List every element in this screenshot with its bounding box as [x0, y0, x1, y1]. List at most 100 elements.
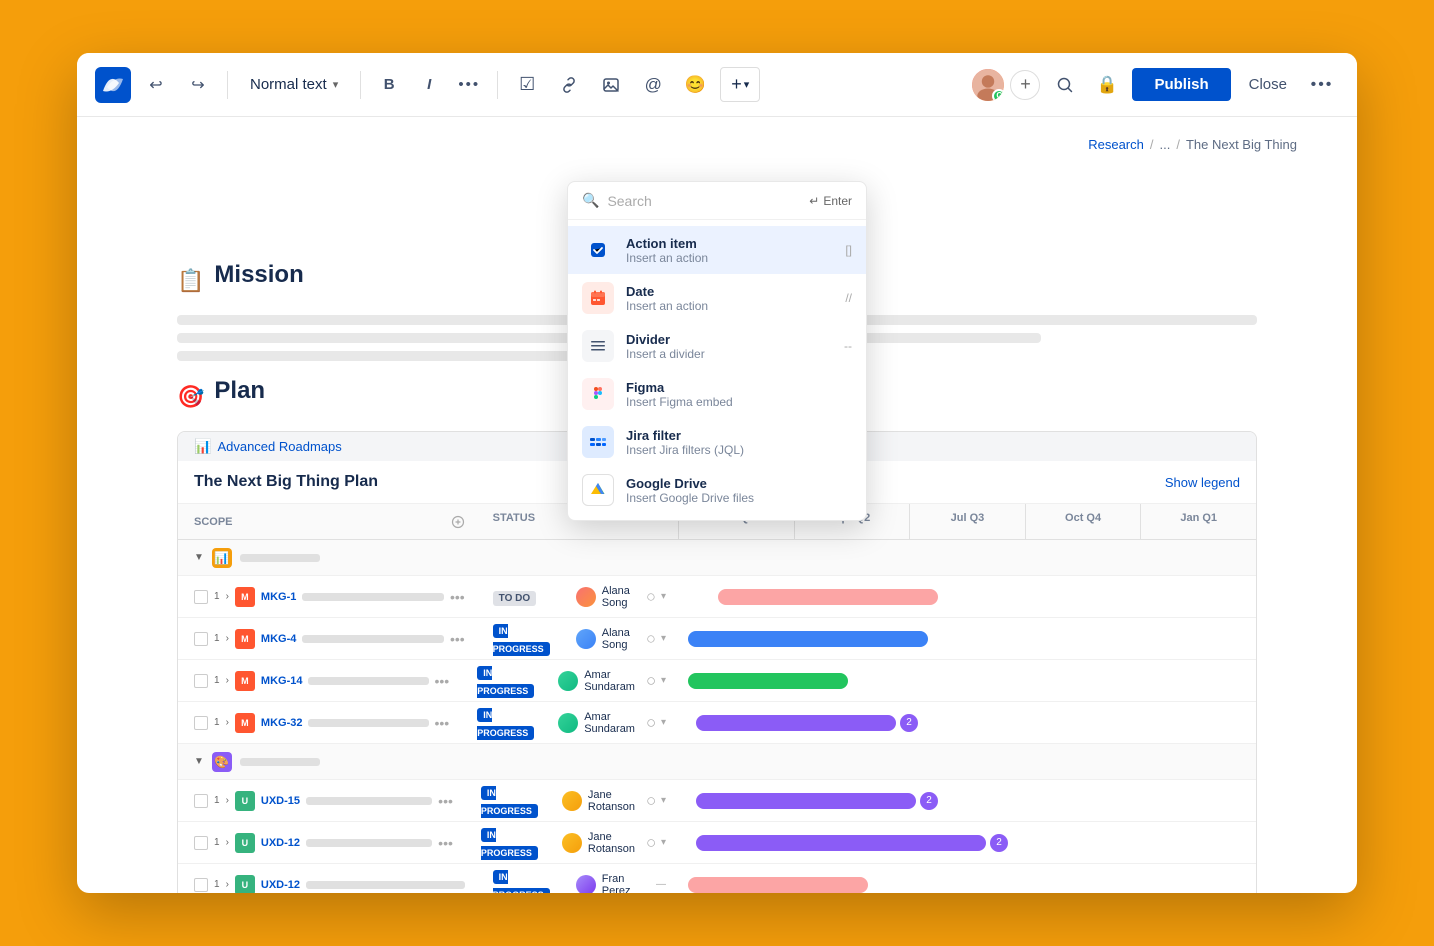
italic-button[interactable]: I	[413, 69, 445, 101]
emoji-button[interactable]: 😊	[678, 68, 712, 102]
row-checkbox[interactable]	[194, 590, 208, 604]
divider-icon	[582, 330, 614, 362]
row-more-button[interactable]: •••	[450, 589, 465, 605]
assignee-name: Alana Song	[602, 627, 639, 651]
row-more-button[interactable]: •••	[435, 715, 450, 731]
roadmap-table: SCOPE Status Assignee	[178, 504, 1256, 893]
row-more-button[interactable]: •••	[450, 631, 465, 647]
text-style-chevron: ▾	[333, 78, 339, 91]
action-item-shortcut: []	[845, 243, 852, 257]
menu-item-jira[interactable]: Jira filter Insert Jira filters (JQL)	[568, 418, 866, 466]
undo-button[interactable]: ↩	[139, 68, 173, 102]
breadcrumb-ellipsis[interactable]: ...	[1159, 137, 1170, 152]
table-right: Jan Q1 Apr Q2 Jul Q3 Oct Q4 Jan Q1	[678, 504, 1256, 893]
gantt-bar	[688, 673, 848, 689]
more-format-button[interactable]: •••	[453, 69, 485, 101]
row-checkbox[interactable]	[194, 674, 208, 688]
mission-label: Mission	[214, 261, 303, 289]
row-title	[302, 593, 444, 601]
text-style-selector[interactable]: Normal text ▾	[240, 70, 348, 99]
row-assignee: Jane Rotanson ▾	[550, 789, 678, 813]
row-assignee: Fran Perez —	[564, 873, 678, 894]
row-assignee: Amar Sundaram ▾	[546, 669, 678, 693]
toolbar-right: G + 🔒 Publish Close •••	[970, 67, 1339, 103]
status-badge: IN PROGRESS	[477, 708, 534, 740]
row-id: MKG-32	[261, 717, 303, 729]
menu-item-divider[interactable]: Divider Insert a divider --	[568, 322, 866, 370]
date-text: Date Insert an action	[626, 284, 833, 313]
row-status: IN PROGRESS	[481, 621, 564, 657]
row-more-button[interactable]: •••	[438, 835, 453, 851]
gantt-row	[678, 576, 1256, 618]
table-row: 1 › M MKG-4 ••• IN PROGRESS	[178, 618, 678, 660]
dropdown-search-input[interactable]	[607, 193, 801, 209]
group-chevron[interactable]: ▼	[194, 756, 204, 767]
app-logo[interactable]	[95, 67, 131, 103]
gantt-row: 2	[678, 822, 1256, 864]
link-button[interactable]	[552, 68, 586, 102]
row-more-button[interactable]: •••	[435, 673, 450, 689]
row-status: IN PROGRESS	[469, 783, 550, 819]
row-checkbox[interactable]	[194, 878, 208, 892]
col-scope-header: SCOPE	[178, 504, 481, 539]
row-id: MKG-14	[261, 675, 303, 687]
table-row: 1 › M MKG-14 ••• IN PROGRESS	[178, 660, 678, 702]
row-more-button[interactable]: •••	[438, 793, 453, 809]
gantt-badge: 2	[900, 714, 918, 732]
row-assignee: Alana Song ▾	[564, 627, 678, 651]
row-scope: 1 › U UXD-12 •••	[178, 833, 469, 853]
row-title	[306, 881, 465, 889]
row-checkbox[interactable]	[194, 632, 208, 646]
issue-type-icon: U	[235, 791, 255, 811]
breadcrumb-research[interactable]: Research	[1088, 137, 1144, 152]
gantt-row	[678, 618, 1256, 660]
table-row: 1 › U UXD-15 ••• IN PROGRESS	[178, 780, 678, 822]
checkbox-button[interactable]: ☑	[510, 68, 544, 102]
toolbar-divider-3	[497, 71, 498, 99]
table-row: 1 › U UXD-12 ••• IN PROGRESS	[178, 822, 678, 864]
show-legend-button[interactable]: Show legend	[1165, 475, 1240, 490]
table-left: SCOPE Status Assignee	[178, 504, 678, 893]
assignee-avatar	[558, 713, 578, 733]
figma-icon	[582, 378, 614, 410]
table-row: 1 › M MKG-1 ••• TO DO	[178, 576, 678, 618]
quarter-jul-q3: Jul Q3	[909, 504, 1025, 539]
group-chevron[interactable]: ▼	[194, 552, 204, 563]
mention-button[interactable]: @	[636, 68, 670, 102]
row-checkbox[interactable]	[194, 716, 208, 730]
menu-item-gdrive[interactable]: Google Drive Insert Google Drive files	[568, 466, 866, 514]
publish-button[interactable]: Publish	[1132, 68, 1230, 101]
group-row-uxd: ▼ 🎨	[178, 744, 678, 780]
row-checkbox[interactable]	[194, 836, 208, 850]
group-title	[240, 554, 320, 562]
menu-item-date[interactable]: Date Insert an action //	[568, 274, 866, 322]
close-button[interactable]: Close	[1239, 68, 1297, 101]
breadcrumb: Research / ... / The Next Big Thing	[117, 137, 1317, 152]
search-button[interactable]	[1048, 68, 1082, 102]
add-collaborator-button[interactable]: +	[1010, 70, 1040, 100]
menu-item-figma[interactable]: Figma Insert Figma embed	[568, 370, 866, 418]
issue-type-icon: U	[235, 833, 255, 853]
image-button[interactable]	[594, 68, 628, 102]
group-row-mkg: ▼ 📊	[178, 540, 678, 576]
group-row-spacer-2	[678, 744, 1256, 780]
lock-button[interactable]: 🔒	[1090, 68, 1124, 102]
redo-button[interactable]: ↪	[181, 68, 215, 102]
dropdown-menu-panel: 🔍 ↵ Enter	[567, 181, 867, 521]
assignee-avatar	[576, 875, 596, 894]
insert-button[interactable]: + ▾	[720, 67, 760, 102]
gantt-bar	[696, 715, 896, 731]
menu-item-action[interactable]: Action item Insert an action []	[568, 226, 866, 274]
more-options-button[interactable]: •••	[1305, 68, 1339, 102]
row-checkbox[interactable]	[194, 794, 208, 808]
row-title	[302, 635, 444, 643]
bold-button[interactable]: B	[373, 69, 405, 101]
assignee-avatar	[562, 791, 582, 811]
toolbar-divider-1	[227, 71, 228, 99]
content-area: Research / ... / The Next Big Thing 🚀 Th…	[77, 117, 1357, 893]
issue-type-icon: M	[235, 587, 255, 607]
quarter-jan-q1-next: Jan Q1	[1140, 504, 1256, 539]
jira-text: Jira filter Insert Jira filters (JQL)	[626, 428, 852, 457]
table-row: 1 › U UXD-12 IN PROGRESS	[178, 864, 678, 893]
avatar: G	[970, 67, 1006, 103]
